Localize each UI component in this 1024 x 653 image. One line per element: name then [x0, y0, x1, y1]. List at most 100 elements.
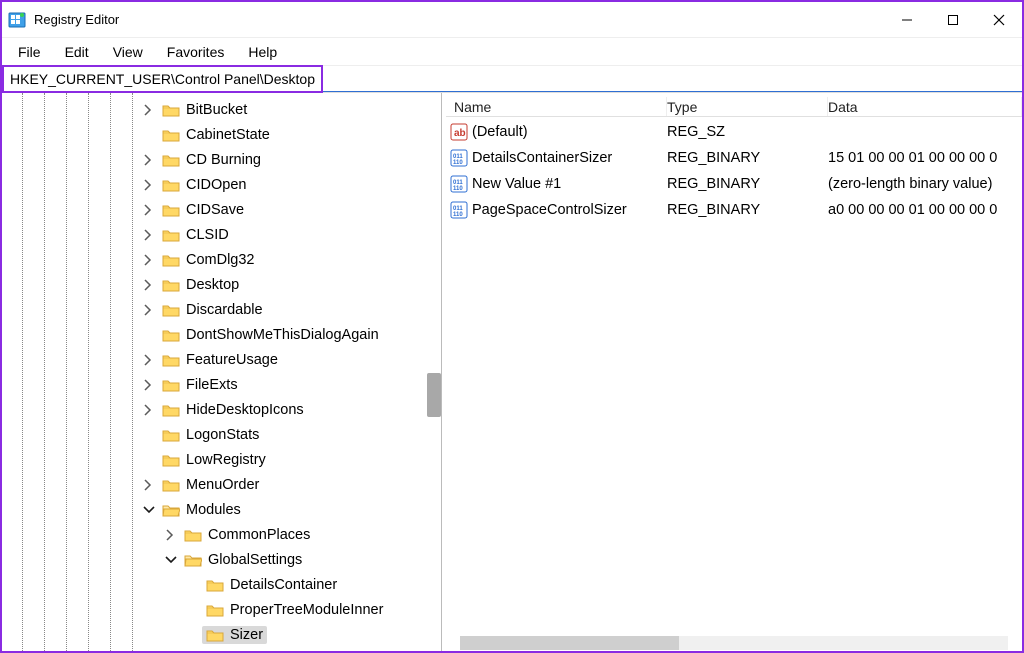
expander-none: [186, 603, 200, 617]
tree-item[interactable]: FeatureUsage: [2, 347, 441, 372]
folder-icon: [162, 228, 180, 242]
tree-item[interactable]: DontShowMeThisDialogAgain: [2, 322, 441, 347]
tree-item[interactable]: CabinetState: [2, 122, 441, 147]
value-data: (zero-length binary value): [828, 176, 1022, 192]
column-header-data[interactable]: Data: [828, 97, 1022, 116]
list-row[interactable]: PageSpaceControlSizerREG_BINARYa0 00 00 …: [446, 197, 1022, 223]
reg-binary-icon: [450, 149, 468, 167]
folder-icon: [206, 603, 224, 617]
folder-open-icon: [184, 553, 202, 567]
chevron-right-icon[interactable]: [142, 103, 156, 117]
tree-pane[interactable]: BitBucketCabinetState CD Burning CIDOpen CI…: [2, 93, 442, 651]
value-type: REG_BINARY: [667, 202, 828, 218]
tree-item-label: Discardable: [186, 302, 263, 318]
tree-scrollbar-thumb[interactable]: [427, 373, 441, 417]
address-bar[interactable]: HKEY_CURRENT_USER\Control Panel\Desktop: [2, 66, 1022, 92]
tree-item-label: CD Burning: [186, 152, 261, 168]
value-data: a0 00 00 00 01 00 00 00 0: [828, 202, 1022, 218]
chevron-right-icon[interactable]: [142, 253, 156, 267]
folder-icon: [162, 353, 180, 367]
chevron-right-icon[interactable]: [142, 478, 156, 492]
chevron-right-icon[interactable]: [142, 278, 156, 292]
expander-none: [142, 128, 156, 142]
tree-item[interactable]: MenuOrder: [2, 472, 441, 497]
tree-item[interactable]: CD Burning: [2, 147, 441, 172]
list-pane[interactable]: Name Type Data (Default)REG_SZDetailsCon…: [446, 93, 1022, 651]
menu-view[interactable]: View: [103, 41, 153, 63]
folder-icon: [162, 478, 180, 492]
maximize-button[interactable]: [930, 2, 976, 38]
chevron-right-icon[interactable]: [142, 353, 156, 367]
tree-item-label: CommonPlaces: [208, 527, 310, 543]
menu-file[interactable]: File: [8, 41, 51, 63]
chevron-right-icon[interactable]: [164, 528, 178, 542]
tree-item[interactable]: CommonPlaces: [2, 522, 441, 547]
close-button[interactable]: [976, 2, 1022, 38]
folder-icon: [162, 378, 180, 392]
tree-item-label: DetailsContainer: [230, 577, 337, 593]
minimize-button[interactable]: [884, 2, 930, 38]
tree-item-label: ProperTreeModuleInner: [230, 602, 383, 618]
chevron-down-icon[interactable]: [164, 553, 178, 567]
list-headers: Name Type Data: [446, 93, 1022, 117]
list-horizontal-scrollbar[interactable]: [446, 635, 1022, 651]
list-row[interactable]: DetailsContainerSizerREG_BINARY15 01 00 …: [446, 145, 1022, 171]
tree-item[interactable]: CIDOpen: [2, 172, 441, 197]
tree-item[interactable]: ComDlg32: [2, 247, 441, 272]
chevron-right-icon[interactable]: [142, 228, 156, 242]
folder-icon: [162, 453, 180, 467]
address-highlight-box: HKEY_CURRENT_USER\Control Panel\Desktop: [2, 65, 323, 93]
tree-item[interactable]: Discardable: [2, 297, 441, 322]
tree-item[interactable]: LogonStats: [2, 422, 441, 447]
tree-item-label: DontShowMeThisDialogAgain: [186, 327, 379, 343]
chevron-right-icon[interactable]: [142, 303, 156, 317]
folder-icon: [184, 528, 202, 542]
column-header-name[interactable]: Name: [446, 97, 667, 116]
chevron-right-icon[interactable]: [142, 178, 156, 192]
tree-item[interactable]: Modules: [2, 497, 441, 522]
tree-item[interactable]: ProperTreeModuleInner: [2, 597, 441, 622]
tree-item-label: Sizer: [230, 627, 263, 643]
list-row[interactable]: (Default)REG_SZ: [446, 119, 1022, 145]
tree-item[interactable]: CLSID: [2, 222, 441, 247]
column-header-type[interactable]: Type: [667, 97, 828, 116]
tree-item-label: GlobalSettings: [208, 552, 302, 568]
expander-none: [186, 578, 200, 592]
tree-item-label: Desktop: [186, 277, 239, 293]
tree-item[interactable]: HideDesktopIcons: [2, 397, 441, 422]
chevron-down-icon[interactable]: [142, 503, 156, 517]
list-row[interactable]: New Value #1REG_BINARY(zero-length binar…: [446, 171, 1022, 197]
tree-item-label: CIDOpen: [186, 177, 246, 193]
expander-none: [142, 453, 156, 467]
tree-item[interactable]: Sizer: [2, 622, 441, 647]
chevron-right-icon[interactable]: [142, 203, 156, 217]
expander-none: [142, 428, 156, 442]
tree-item[interactable]: BitBucket: [2, 97, 441, 122]
tree-item[interactable]: LowRegistry: [2, 447, 441, 472]
folder-icon: [206, 578, 224, 592]
tree-item[interactable]: GlobalSettings: [2, 547, 441, 572]
folder-icon: [162, 403, 180, 417]
tree-item[interactable]: FileExts: [2, 372, 441, 397]
list-hscroll-thumb[interactable]: [460, 636, 679, 650]
folder-icon: [206, 628, 224, 642]
value-name: DetailsContainerSizer: [472, 150, 667, 166]
tree-item-label: CIDSave: [186, 202, 244, 218]
folder-icon: [162, 278, 180, 292]
folder-icon: [162, 153, 180, 167]
menu-edit[interactable]: Edit: [55, 41, 99, 63]
chevron-right-icon[interactable]: [142, 403, 156, 417]
menu-help[interactable]: Help: [238, 41, 287, 63]
menubar: File Edit View Favorites Help: [2, 38, 1022, 66]
tree-item-label: FeatureUsage: [186, 352, 278, 368]
tree-item[interactable]: DetailsContainer: [2, 572, 441, 597]
tree-scrollbar[interactable]: [427, 93, 441, 651]
chevron-right-icon[interactable]: [142, 153, 156, 167]
titlebar: Registry Editor: [2, 2, 1022, 38]
regedit-icon: [8, 11, 26, 29]
tree-item[interactable]: CIDSave: [2, 197, 441, 222]
tree-item[interactable]: Desktop: [2, 272, 441, 297]
chevron-right-icon[interactable]: [142, 378, 156, 392]
window-title: Registry Editor: [34, 12, 119, 27]
menu-favorites[interactable]: Favorites: [157, 41, 235, 63]
